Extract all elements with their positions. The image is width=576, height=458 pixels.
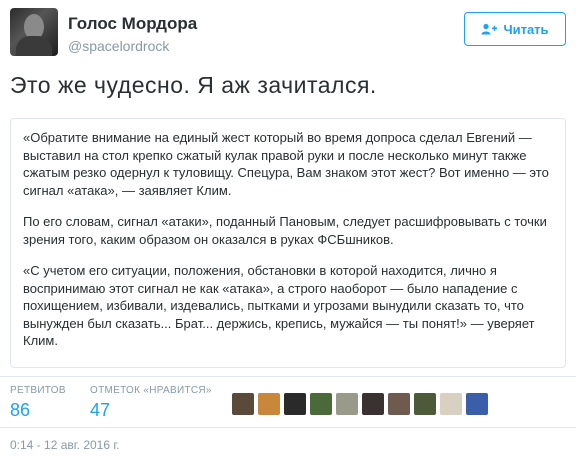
liker-avatar-2[interactable] xyxy=(258,393,280,415)
follow-button-label: Читать xyxy=(503,21,549,37)
tweet-text: Это же чудесно. Я аж зачитался. xyxy=(10,72,377,98)
display-name[interactable]: Голос Мордора xyxy=(68,14,197,34)
tweet-timestamp[interactable]: 0:14 - 12 авг. 2016 г. xyxy=(10,438,120,452)
quote-paragraph: «С учетом его ситуации, положения, обста… xyxy=(23,263,535,348)
liker-avatar-1[interactable] xyxy=(232,393,254,415)
retweets-stat[interactable]: РЕТВИТОВ 86 xyxy=(10,385,66,421)
quote-paragraph: По его словам, сигнал «атаки», поданный … xyxy=(23,214,547,247)
avatar-body xyxy=(16,36,52,56)
liker-avatar-10[interactable] xyxy=(466,393,488,415)
liker-avatar-7[interactable] xyxy=(388,393,410,415)
liker-avatar-5[interactable] xyxy=(336,393,358,415)
liker-avatar-8[interactable] xyxy=(414,393,436,415)
likes-count: 47 xyxy=(90,400,111,420)
avatar[interactable] xyxy=(10,8,58,56)
likes-stat[interactable]: ОТМЕТОК «НРАВИТСЯ» 47 xyxy=(90,385,212,421)
add-user-icon xyxy=(481,23,498,35)
retweets-label: РЕТВИТОВ xyxy=(10,385,66,396)
liker-avatar-4[interactable] xyxy=(310,393,332,415)
follow-button[interactable]: Читать xyxy=(464,12,566,46)
quote-paragraph: «Обратите внимание на единый жест которы… xyxy=(23,130,549,198)
retweets-count: 86 xyxy=(10,400,31,420)
user-handle[interactable]: @spacelordrock xyxy=(68,38,169,54)
likes-label: ОТМЕТОК «НРАВИТСЯ» xyxy=(90,385,212,396)
liker-avatars xyxy=(232,393,488,415)
liker-avatar-9[interactable] xyxy=(440,393,462,415)
liker-avatar-6[interactable] xyxy=(362,393,384,415)
quoted-text-card: «Обратите внимание на единый жест которы… xyxy=(10,118,566,368)
tweet-stats: РЕТВИТОВ 86 ОТМЕТОК «НРАВИТСЯ» 47 xyxy=(0,376,576,428)
liker-avatar-3[interactable] xyxy=(284,393,306,415)
tweet-header: Голос Мордора @spacelordrock Читать xyxy=(10,8,566,58)
